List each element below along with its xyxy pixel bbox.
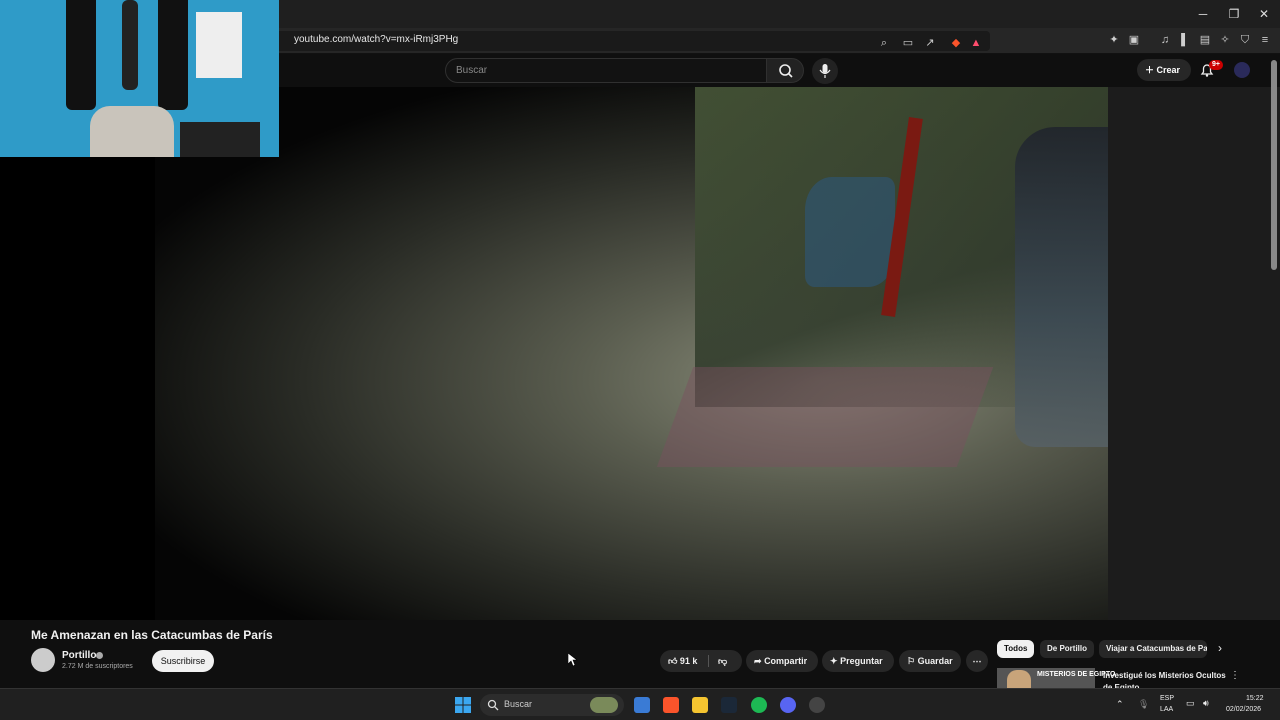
save-label: Guardar [917, 656, 953, 666]
close-button[interactable]: ✕ [1249, 4, 1279, 24]
taskbar-search-label: Buscar [504, 699, 533, 709]
plus-icon: ＋ [1145, 65, 1155, 75]
leo-ai-icon[interactable]: ✧ [1217, 32, 1233, 48]
file-explorer-icon[interactable] [692, 697, 708, 713]
zoom-icon[interactable]: ⌕ [876, 35, 892, 51]
like-dislike-group: 👍︎ 91 k 👎︎ [660, 650, 742, 672]
tray-chevron-icon[interactable]: ⌃ [1116, 699, 1124, 710]
spotify-icon[interactable] [751, 697, 767, 713]
share-icon[interactable]: ↗ [922, 35, 938, 51]
address-bar[interactable]: youtube.com/watch?v=mx-iRmj3PHg ⌕ ▭ ↗ ◆ … [276, 31, 990, 51]
vpn-icon[interactable]: ⛉ [1237, 32, 1253, 48]
search-input[interactable]: Buscar [445, 58, 767, 83]
desk-equipment [180, 122, 260, 157]
volume-icon[interactable]: 🔊︎ [1203, 698, 1209, 709]
channel-avatar[interactable] [31, 648, 55, 672]
like-button[interactable]: 👍︎ 91 k [668, 656, 697, 666]
brave-browser-icon[interactable] [663, 697, 679, 713]
chair [90, 106, 174, 157]
video-player[interactable] [0, 87, 1280, 620]
steam-icon[interactable] [721, 697, 737, 713]
taskbar-search[interactable]: Buscar [480, 694, 624, 716]
network-icon[interactable]: ▭ [1186, 698, 1195, 709]
windows-start-icon[interactable] [455, 697, 471, 713]
menu-icon[interactable]: ≡ [1257, 32, 1273, 48]
video-title: Me Amenazan en las Catacumbas de París [31, 628, 273, 642]
headphones [122, 0, 138, 90]
rewards-icon[interactable]: ▲ [968, 35, 984, 51]
mouse-cursor-icon [568, 653, 578, 667]
bookmark-icon: ⚐ [907, 656, 916, 666]
url-text: youtube.com/watch?v=mx-iRmj3PHg [294, 34, 459, 45]
sparkle-icon: ✦ [830, 656, 838, 666]
thumbs-down-icon: 👎︎ [718, 656, 728, 666]
input-language[interactable]: ESP [1160, 695, 1174, 702]
guitar-left [66, 0, 96, 110]
search-button[interactable] [766, 58, 804, 83]
cast-icon[interactable]: ▭ [900, 35, 916, 51]
widgets-icon[interactable] [634, 697, 650, 713]
clock-date[interactable]: 02/02/2026 [1226, 706, 1261, 713]
guitar-right [158, 0, 188, 110]
sidebar-icon[interactable]: ▌ [1177, 32, 1193, 48]
keyboard-layout[interactable]: LAA [1160, 706, 1173, 713]
recommendation-title[interactable]: Investigué los Misterios Ocultos de Egip… [1103, 670, 1227, 690]
floor-marking [656, 367, 994, 467]
chip-de-portillo[interactable]: De Portillo [1040, 640, 1095, 658]
microphone-icon [819, 64, 831, 78]
brave-shield-icon[interactable]: ◆ [948, 35, 964, 51]
chip-viajar[interactable]: Viajar a Catacumbas de Pa [1099, 640, 1207, 658]
video-info: Me Amenazan en las Catacumbas de París P… [0, 620, 1280, 690]
screen: ─ ❐ ✕ youtube.com/watch?v=mx-iRmj3PHg ⌕ … [0, 0, 1280, 720]
chip-todos[interactable]: Todos [997, 640, 1035, 658]
wallet-icon[interactable]: ▤ [1197, 32, 1213, 48]
wall-drawing [196, 12, 242, 78]
ask-button[interactable]: ✦ Preguntar [822, 650, 894, 672]
obs-icon[interactable] [809, 697, 825, 713]
restore-button[interactable]: ❐ [1219, 4, 1249, 24]
discord-icon[interactable] [780, 697, 796, 713]
subscribe-button[interactable]: Suscribirse [152, 650, 214, 672]
like-count: 91 k [679, 656, 698, 666]
divider [708, 655, 709, 667]
notifications-badge: 9+ [1209, 60, 1223, 70]
share-label: Compartir [764, 656, 808, 666]
clock-time[interactable]: 15:22 [1246, 695, 1264, 702]
chevron-right-icon[interactable]: › [1218, 641, 1222, 655]
channel-name[interactable]: Portillo [62, 650, 96, 661]
thumbs-up-icon: 👍︎ [668, 656, 678, 666]
verified-icon [96, 652, 103, 659]
webcam-overlay [0, 0, 279, 157]
extensions-icon[interactable]: ✦ [1106, 32, 1122, 48]
subscriber-count: 2.72 M de suscriptores [62, 663, 133, 670]
taskbar: Buscar ⌃ 🎙︎ ESP LAA ▭ 🔊︎ 15:22 02/02/202… [0, 688, 1280, 720]
music-icon[interactable]: ♫ [1157, 32, 1173, 48]
share-button[interactable]: ➦ Compartir [746, 650, 818, 672]
search-highlight-image [590, 697, 618, 713]
thumbnail-face [1007, 670, 1031, 690]
more-icon: ⋯ [972, 656, 982, 666]
share-arrow-icon: ➦ [754, 656, 762, 666]
ask-label: Preguntar [840, 656, 883, 666]
search-icon [779, 64, 793, 78]
save-button[interactable]: ⚐ Guardar [899, 650, 961, 672]
graffiti [805, 177, 895, 287]
account-avatar[interactable] [1234, 62, 1250, 78]
create-label: Crear [1156, 65, 1181, 75]
video-frame [155, 87, 1155, 620]
dislike-button[interactable]: 👎︎ [718, 650, 727, 672]
microphone-icon[interactable]: 🎙︎ [1138, 699, 1149, 710]
screenshot-icon[interactable]: ▣ [1126, 32, 1142, 48]
search-placeholder: Buscar [456, 65, 488, 76]
page-scrollbar[interactable] [1271, 60, 1277, 270]
more-actions-button[interactable]: ⋯ [966, 650, 988, 672]
create-button[interactable]: ＋ Crear [1137, 59, 1191, 81]
search-icon [487, 699, 499, 711]
kebab-menu-icon[interactable]: ⋮ [1230, 670, 1240, 681]
voice-search-button[interactable] [812, 58, 838, 84]
secondary-panel [1108, 87, 1280, 620]
minimize-button[interactable]: ─ [1188, 4, 1218, 24]
